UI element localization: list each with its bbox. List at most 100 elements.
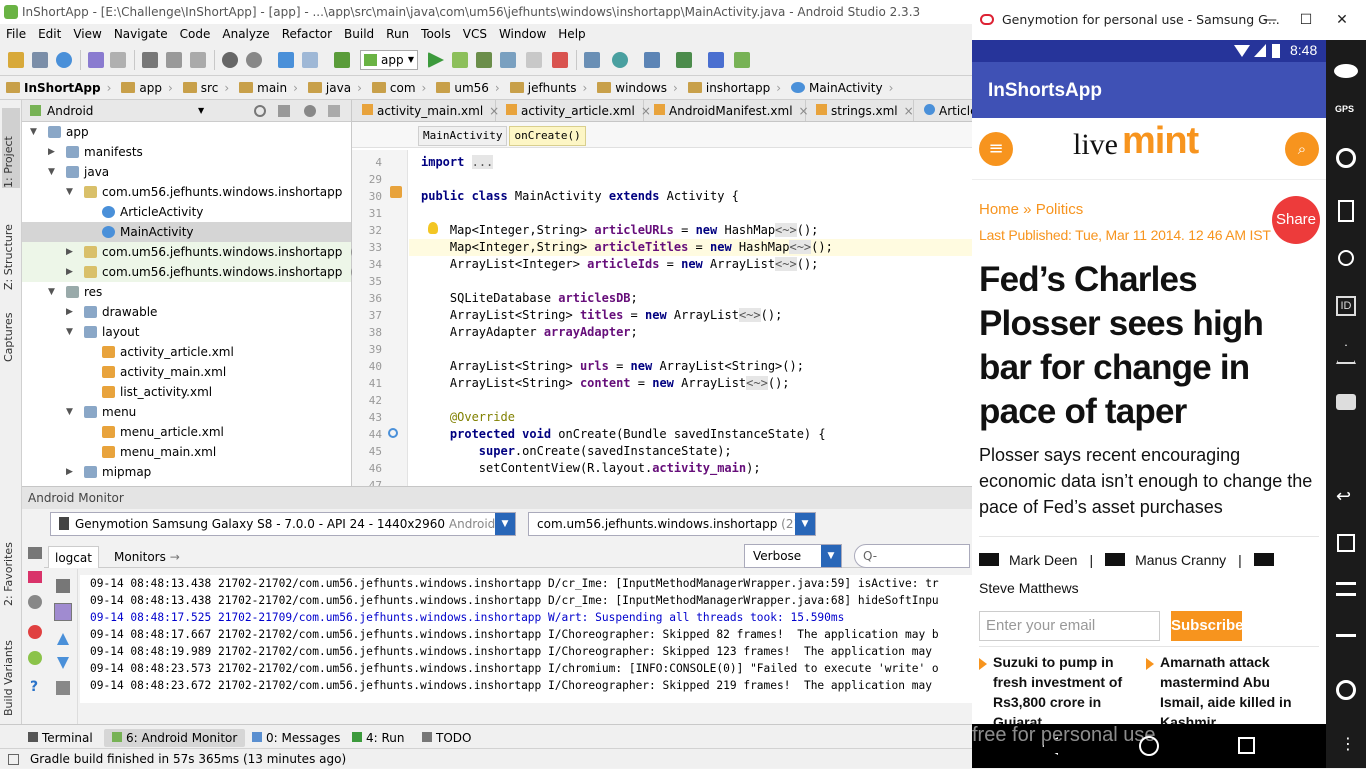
back-key-icon[interactable]: ↩ [1336,486,1351,507]
system-info-icon[interactable] [28,595,42,609]
tree-item[interactable]: ▶ com.um56.jefhunts.windows.inshortapp (t… [22,262,383,282]
record-icon[interactable] [1338,250,1354,266]
tab-todo[interactable]: TODO [414,729,479,747]
profile-icon[interactable] [500,52,516,68]
log-line[interactable]: 09-14 08:48:23.672 21702-21702/com.um56.… [80,677,972,694]
run-icon[interactable] [428,52,444,68]
find-icon[interactable] [222,52,238,68]
collapsed-arrow-icon[interactable]: ▶ [66,462,73,482]
tree-item[interactable]: ▼ java [22,162,351,182]
camera-icon[interactable] [1336,148,1356,168]
tree-item[interactable]: activity_article.xml [22,342,351,362]
back-icon[interactable] [278,52,294,68]
article-breadcrumb[interactable]: Home » Politics [979,201,1083,218]
mail-icon[interactable] [1105,553,1126,566]
crumb-project[interactable]: InShortApp [0,76,115,99]
collapsed-arrow-icon[interactable]: ▶ [48,142,55,162]
expanded-arrow-icon[interactable]: ▼ [48,282,55,302]
soft-wrap-icon[interactable] [56,681,70,695]
tree-item[interactable]: activity_main.xml [22,362,351,382]
crumb-windows[interactable]: windows [591,76,682,99]
menu-navigate[interactable]: Navigate [108,24,174,44]
share-button[interactable]: Share [1272,196,1320,244]
menu-analyze[interactable]: Analyze [216,24,275,44]
menu-code[interactable]: Code [174,24,217,44]
copy-icon[interactable] [166,52,182,68]
tree-item[interactable]: ▶ com.um56.jefhunts.windows.inshortapp (a… [22,242,382,262]
avd-manager-icon[interactable] [584,52,600,68]
tab-favorites[interactable]: 2: Favorites [2,526,20,606]
code-line[interactable]: setContentView(R.layout.activity_main); [421,460,761,477]
recents-nav-icon[interactable] [1238,737,1255,754]
log-line[interactable]: 09-14 08:48:13.438 21702-21702/com.um56.… [80,592,972,609]
tree-item[interactable]: ArticleActivity [22,202,351,222]
code-line[interactable]: ArrayList<String> titles = new ArrayList… [421,307,782,324]
undo-icon[interactable] [88,52,104,68]
tab-messages[interactable]: 0: Messages [244,729,348,747]
hamburger-menu-icon[interactable]: ≡ [979,132,1013,166]
menu-run[interactable]: Run [380,24,415,44]
terminate-app-icon[interactable] [28,625,42,639]
menu-window[interactable]: Window [493,24,552,44]
crumb-src[interactable]: src [177,76,233,99]
collapse-all-icon[interactable] [278,105,290,117]
tree-item[interactable]: ▼ menu [22,402,351,422]
menu-vcs[interactable]: VCS [457,24,493,44]
tab-logcat[interactable]: logcat [48,546,99,568]
expanded-arrow-icon[interactable]: ▼ [66,322,73,342]
code-line[interactable]: public class MainActivity extends Activi… [421,188,739,205]
crumb-method[interactable]: onCreate() [509,126,586,146]
crumb-main[interactable]: main [233,76,302,99]
project-structure-icon[interactable] [644,52,660,68]
android-device-icon[interactable] [734,52,750,68]
tree-item[interactable]: menu_article.xml [22,422,351,442]
code-line[interactable]: SQLiteDatabase articlesDB; [421,290,638,307]
tree-item[interactable]: menu_main.xml [22,442,351,462]
collapsed-arrow-icon[interactable]: ▶ [66,302,73,322]
scroll-from-source-icon[interactable] [254,105,266,117]
up-arrow-icon[interactable] [57,633,69,645]
log-level-dropdown[interactable]: Verbose ▼ [744,544,842,568]
tab-monitors[interactable]: Monitors → [108,546,186,568]
expanded-arrow-icon[interactable]: ▼ [66,402,73,422]
crumb-java[interactable]: java [302,76,366,99]
open-folder-icon[interactable] [8,52,24,68]
sms-icon[interactable] [1336,394,1356,410]
close-button[interactable]: ✕ [1324,0,1360,40]
crumb-app[interactable]: app [115,76,176,99]
tab-activity-main-xml[interactable]: activity_main.xml × [352,100,499,121]
menu-help[interactable]: Help [552,24,591,44]
code-line[interactable]: ArrayList<String> urls = new ArrayList<S… [421,358,804,375]
tree-item[interactable]: MainActivity [22,222,351,242]
tree-item[interactable]: ▼ app [22,122,351,142]
menu-view[interactable]: View [67,24,107,44]
battery-widget-icon[interactable] [1334,64,1358,78]
code-line[interactable]: Map<Integer,String> articleURLs = new Ha… [421,222,818,239]
code-line[interactable]: ArrayAdapter arrayAdapter; [421,324,638,341]
crumb-jefhunts[interactable]: jefhunts [504,76,592,99]
tree-item[interactable]: ▶ drawable [22,302,351,322]
search-icon[interactable]: ⌕ [1285,132,1319,166]
crumb-mainactivity[interactable]: MainActivity [785,76,897,99]
expanded-arrow-icon[interactable]: ▼ [66,182,73,202]
expanded-arrow-icon[interactable]: ▼ [48,162,55,182]
tree-item[interactable]: ▶ mipmap [22,462,351,482]
tab-android-monitor[interactable]: 6: Android Monitor [104,729,246,747]
volume-up-icon[interactable] [1336,582,1356,596]
logcat-search-input[interactable]: Q- [854,544,970,568]
tree-item[interactable]: ▶ manifests [22,142,351,162]
device-dropdown[interactable]: Genymotion Samsung Galaxy S8 - 7.0.0 - A… [50,512,516,536]
override-gutter-icon[interactable] [388,428,398,438]
log-line[interactable]: 09-14 08:48:13.438 21702-21702/com.um56.… [80,575,972,592]
crumb-com[interactable]: com [366,76,430,99]
sync-gradle-icon[interactable] [612,52,628,68]
tab-article[interactable]: Article [914,100,972,121]
volume-down-icon[interactable] [1336,634,1356,644]
run-configuration-dropdown[interactable]: app ▼ [360,50,418,70]
code-line[interactable]: ArrayList<Integer> articleIds = new Arra… [421,256,818,273]
tab-android-manifest[interactable]: AndroidManifest.xml × [644,100,809,121]
tab-strings-xml[interactable]: strings.xml × [806,100,914,121]
log-line[interactable]: 09-14 08:48:19.989 21702-21702/com.um56.… [80,643,972,660]
status-toggle-icon[interactable] [8,754,19,765]
screenshot-icon[interactable] [28,547,42,559]
